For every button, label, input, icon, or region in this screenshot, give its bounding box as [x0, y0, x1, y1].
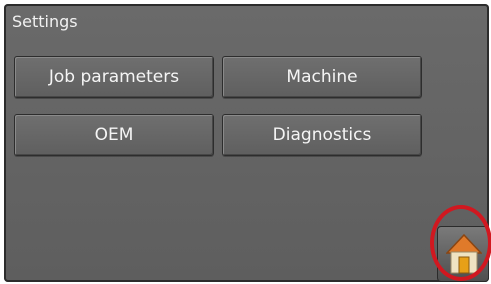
page-title: Settings: [12, 12, 78, 31]
machine-label: Machine: [286, 67, 358, 87]
diagnostics-button[interactable]: Diagnostics: [222, 114, 422, 156]
diagnostics-label: Diagnostics: [272, 125, 372, 145]
home-button[interactable]: [437, 226, 489, 282]
settings-screen: Settings Job parameters Machine OEM Diag…: [4, 4, 489, 282]
oem-label: OEM: [94, 125, 134, 145]
job-parameters-label: Job parameters: [48, 67, 180, 87]
job-parameters-button[interactable]: Job parameters: [14, 56, 214, 98]
machine-button[interactable]: Machine: [222, 56, 422, 98]
oem-button[interactable]: OEM: [14, 114, 214, 156]
home-icon: [446, 233, 482, 274]
